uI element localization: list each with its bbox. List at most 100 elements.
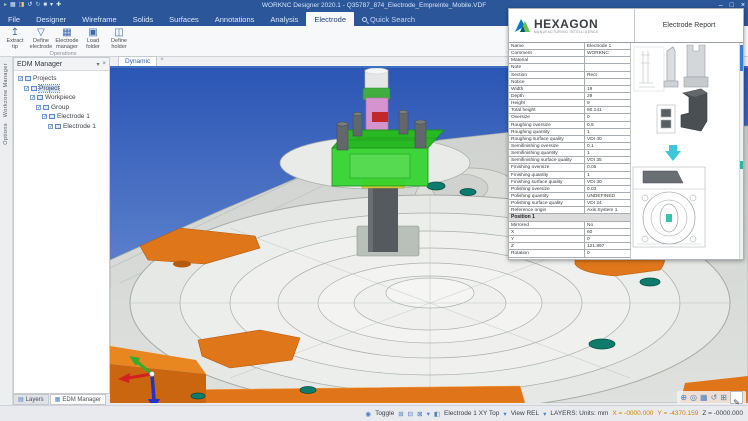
report-row-label: Semifinishing quantity: [509, 150, 585, 156]
checkbox[interactable]: ✓: [24, 86, 29, 91]
qat-icon[interactable]: ▦: [10, 2, 16, 9]
annotate-button[interactable]: ✎: [730, 391, 743, 404]
checkbox[interactable]: ✓: [36, 105, 41, 110]
qat-icon[interactable]: ▸: [4, 2, 7, 9]
report-row-value: [585, 57, 630, 63]
ribbon-button[interactable]: ▦ Electrode manager: [55, 27, 79, 50]
report-row: Polishing quantity UNDEFINED: [509, 193, 630, 200]
coordinate-z: Z = -0000.000: [702, 410, 743, 417]
qat-icon[interactable]: ■: [43, 2, 47, 9]
report-row-value: Electrode 1: [585, 43, 630, 49]
report-row-label: Section: [509, 72, 585, 78]
report-row: X 60: [509, 229, 630, 236]
chevron-down-icon[interactable]: ▾: [543, 410, 546, 418]
ribbon-button-label-line2: electrode: [30, 44, 53, 50]
ribbon-button[interactable]: ▣ Load folder: [81, 27, 105, 50]
tab-annotations[interactable]: Annotations: [207, 12, 263, 26]
report-row-value: 0.05: [585, 164, 630, 170]
tree-item-workpiece[interactable]: ✓ Workpiece: [14, 93, 109, 103]
report-row-label: Notice: [509, 79, 585, 85]
coordinate-x: X = -0000.000: [612, 410, 653, 417]
tab-designer[interactable]: Designer: [28, 12, 74, 26]
grid-toggle-icon-3[interactable]: ⊠: [417, 410, 422, 418]
grid-view-icon[interactable]: ▦: [700, 392, 708, 404]
side-tab-workzone-manager[interactable]: Workzone Manager: [3, 63, 9, 117]
electrode-icon: [55, 124, 61, 129]
qat-icon[interactable]: ↺: [27, 2, 32, 9]
report-row: Y 0: [509, 236, 630, 243]
refresh-view-icon[interactable]: ↺: [711, 392, 718, 404]
tab-layers-label: Layers: [26, 397, 44, 403]
viewport-tab-close-icon[interactable]: ×: [160, 55, 164, 66]
report-row: Name Electrode 1: [509, 43, 630, 50]
report-scrollbar[interactable]: [739, 43, 743, 259]
edm-manager-panel: EDM Manager ▾ × ✓ Projects ✓ Project ✓ W…: [13, 57, 110, 394]
report-row-value: Rect: [585, 72, 630, 78]
pin-icon[interactable]: ▾: [96, 61, 99, 68]
chevron-down-icon[interactable]: ▾: [427, 410, 430, 418]
fit-view-icon[interactable]: ⊞: [720, 392, 727, 404]
report-row-label: Depth: [509, 93, 585, 99]
ribbon-button-icon: ▣: [88, 27, 97, 38]
tab-surfaces[interactable]: Surfaces: [161, 12, 207, 26]
electrode-status-icon: ◧: [434, 410, 440, 418]
panel-close-icon[interactable]: ×: [102, 61, 106, 67]
qat-icon[interactable]: ◨: [19, 2, 25, 9]
report-drawings: [631, 43, 743, 259]
checkbox[interactable]: ✓: [48, 124, 53, 129]
report-row: Mirrored No: [509, 222, 630, 229]
qat-icon[interactable]: ▾: [50, 2, 53, 9]
tab-layers[interactable]: ▤ Layers: [13, 394, 49, 405]
globe-icon[interactable]: ◉: [365, 410, 371, 418]
tree-item-label: Group: [51, 104, 69, 111]
hexagon-logo-mark: [514, 17, 531, 34]
side-tab-options[interactable]: Options: [3, 123, 9, 145]
scrollbar-thumb[interactable]: [740, 45, 743, 71]
report-row: Finishing surface quality VDI 30: [509, 179, 630, 186]
checkbox[interactable]: ✓: [18, 76, 23, 81]
ribbon-button[interactable]: ↥ Extract tip: [3, 27, 27, 50]
zoom-icon[interactable]: ⊕: [680, 392, 687, 404]
active-view-label[interactable]: Electrode 1 XY Top: [444, 410, 499, 417]
tree-item-projects[interactable]: ✓ Projects: [14, 74, 109, 84]
view-rel-label[interactable]: View REL: [511, 410, 539, 417]
ribbon-button[interactable]: ◫ Define holder: [107, 27, 131, 50]
tree-item-electrode-1-child[interactable]: ✓ Electrode 1: [14, 122, 109, 132]
report-row-value: 0: [585, 114, 630, 120]
chevron-down-icon[interactable]: ▾: [503, 410, 506, 418]
grid-toggle-icon-2[interactable]: ⊟: [408, 410, 413, 418]
report-table: Name Electrode 1 Comment WORKNC Material: [509, 43, 631, 259]
tree-item-project[interactable]: ✓ Project: [14, 84, 109, 94]
report-row: Semifinishing quantity 1: [509, 150, 630, 157]
tab-wireframe[interactable]: Wireframe: [74, 12, 125, 26]
electrode-iso-view-light: [684, 45, 708, 87]
toggle-label[interactable]: Toggle: [375, 410, 394, 417]
report-row: Rotation 0: [509, 250, 630, 257]
report-row-value: 1: [585, 129, 630, 135]
report-section-header: Position 1: [509, 214, 630, 222]
grid-toggle-icon-1[interactable]: ⊞: [398, 410, 403, 418]
side-tab-strip: Workzone Manager Options: [0, 57, 13, 405]
checkbox[interactable]: ✓: [30, 95, 35, 100]
tab-analysis[interactable]: Analysis: [262, 12, 306, 26]
viewport-tab-dynamic[interactable]: Dynamic: [118, 56, 157, 66]
tab-solids[interactable]: Solids: [125, 12, 161, 26]
tab-edm-manager[interactable]: ▦ EDM Manager: [50, 394, 106, 405]
ribbon-button-icon: ◫: [114, 27, 123, 38]
tree-item-group[interactable]: ✓ Group: [14, 103, 109, 113]
checkbox[interactable]: ✓: [42, 114, 47, 119]
report-row: Note: [509, 64, 630, 71]
report-row: Material: [509, 57, 630, 64]
electrode-block-top: [332, 130, 444, 148]
tab-file[interactable]: File: [0, 12, 28, 26]
tab-electrode[interactable]: Electrode: [306, 12, 354, 26]
report-row-label: Polishing quantity: [509, 193, 585, 199]
qat-icon[interactable]: ✚: [56, 2, 61, 9]
quick-search[interactable]: Quick Search: [354, 12, 423, 26]
report-row: Width 19: [509, 86, 630, 93]
qat-icon[interactable]: ↻: [35, 2, 40, 9]
rotate-view-icon[interactable]: ◎: [690, 392, 697, 404]
brand-tagline: MANUFACTURING INTELLIGENCE: [534, 30, 599, 34]
tree-item-electrode-1[interactable]: ✓ Electrode 1: [14, 112, 109, 122]
ribbon-button[interactable]: ▽ Define electrode: [29, 27, 53, 50]
